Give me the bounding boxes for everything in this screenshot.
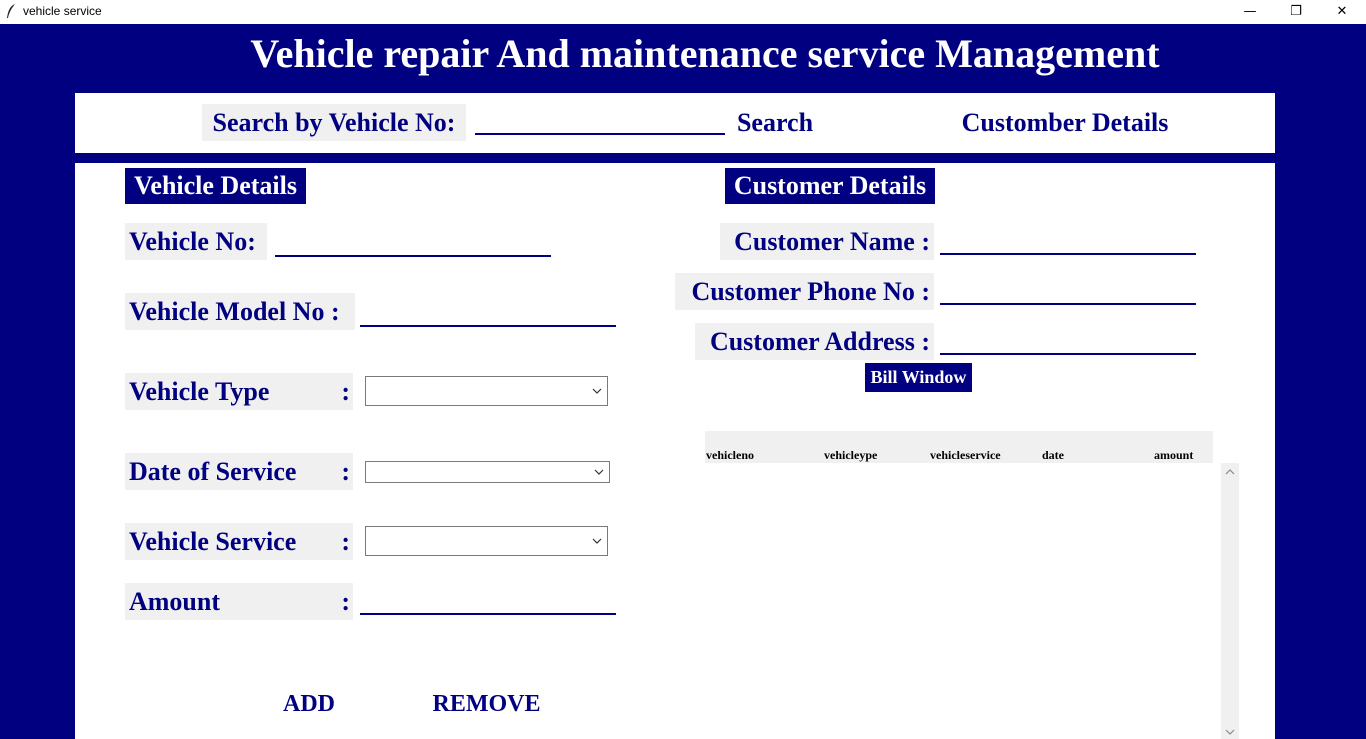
- column-header-amount[interactable]: amount: [1154, 448, 1193, 463]
- customer-address-field[interactable]: [940, 329, 1196, 355]
- vehicle-no-field[interactable]: [275, 231, 551, 257]
- window-title: vehicle service: [23, 4, 102, 18]
- search-panel: Search by Vehicle No: Search Customber D…: [75, 93, 1275, 153]
- chevron-down-icon: [592, 388, 602, 394]
- vehicle-service-label: Vehicle Service:: [125, 523, 353, 560]
- vehicle-type-select[interactable]: [365, 376, 608, 406]
- customer-address-label: Customer Address :: [695, 323, 934, 360]
- add-button[interactable]: ADD: [271, 683, 347, 725]
- customer-phone-field[interactable]: [940, 279, 1196, 305]
- column-header-date[interactable]: date: [1042, 448, 1064, 463]
- window-titlebar: vehicle service — ❐ ✕: [0, 0, 1366, 23]
- customer-name-field[interactable]: [940, 229, 1196, 255]
- column-header-vehicleno[interactable]: vehicleno: [706, 448, 754, 463]
- close-button[interactable]: ✕: [1319, 0, 1365, 23]
- customer-details-button[interactable]: Customber Details: [945, 105, 1185, 141]
- vehicle-type-label: Vehicle Type:: [125, 373, 353, 410]
- search-button[interactable]: Search: [731, 105, 819, 141]
- bill-table-scrollbar[interactable]: [1221, 463, 1239, 739]
- vehicle-details-heading: Vehicle Details: [125, 168, 306, 204]
- page-title: Vehicle repair And maintenance service M…: [250, 31, 1160, 76]
- vehicle-service-select[interactable]: [365, 526, 608, 556]
- vehicle-model-label: Vehicle Model No :: [125, 293, 355, 330]
- date-of-service-label: Date of Service:: [125, 453, 353, 490]
- chevron-down-icon[interactable]: [1224, 727, 1236, 737]
- customer-details-heading: Customer Details: [725, 168, 935, 204]
- chevron-down-icon: [592, 538, 602, 544]
- amount-field[interactable]: [360, 589, 616, 615]
- remove-button[interactable]: REMOVE: [423, 683, 550, 725]
- feather-icon: [7, 4, 15, 18]
- maximize-button[interactable]: ❐: [1273, 0, 1319, 23]
- amount-label: Amount:: [125, 583, 353, 620]
- app-window: Vehicle repair And maintenance service M…: [0, 24, 1366, 739]
- vehicle-no-label: Vehicle No:: [125, 223, 267, 260]
- column-header-vehicleservice[interactable]: vehicleservice: [930, 448, 1001, 463]
- search-input[interactable]: [475, 107, 725, 135]
- vehicle-model-field[interactable]: [360, 301, 616, 327]
- customer-phone-label: Customer Phone No :: [675, 273, 934, 310]
- minimize-button[interactable]: —: [1227, 0, 1273, 23]
- chevron-up-icon[interactable]: [1224, 467, 1236, 477]
- search-label: Search by Vehicle No:: [202, 104, 466, 141]
- customer-name-label: Customer Name :: [720, 223, 934, 260]
- chevron-down-icon: [594, 469, 604, 475]
- column-header-vehicletype[interactable]: vehicleype: [824, 448, 877, 463]
- bill-window-button[interactable]: Bill Window: [865, 363, 972, 392]
- main-panel: Vehicle Details Vehicle No: Vehicle Mode…: [75, 163, 1275, 739]
- bill-table-header: vehicleno vehicleype vehicleservice date…: [705, 431, 1213, 463]
- date-of-service-select[interactable]: [365, 461, 610, 483]
